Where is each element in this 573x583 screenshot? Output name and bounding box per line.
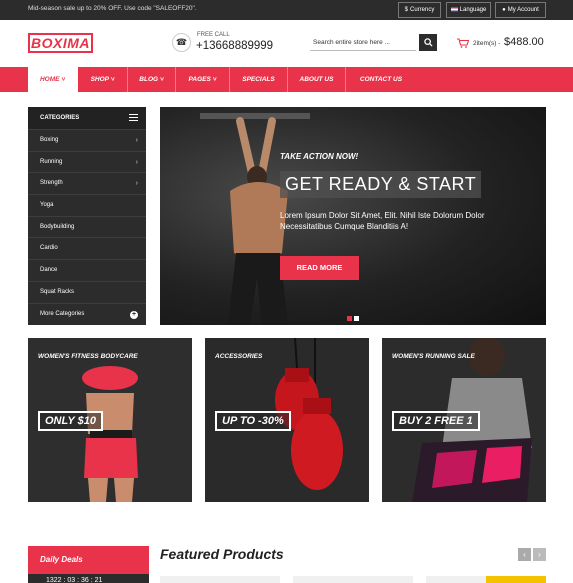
- search-icon: [423, 38, 433, 47]
- nav-contact-label: CONTACT US: [359, 76, 403, 83]
- product-card[interactable]: [160, 576, 280, 583]
- chevron-down-icon: ˅: [61, 76, 66, 83]
- category-label: More Categories: [40, 310, 85, 317]
- banner-running[interactable]: WOMEN'S RUNNING SALE BUY 2 FREE 1: [382, 338, 546, 502]
- category-label: Running: [40, 158, 63, 165]
- chevron-right-icon: ›: [538, 550, 541, 559]
- slider-pagination: [347, 308, 361, 325]
- hero-tagline: TAKE ACTION NOW!: [280, 152, 359, 161]
- product-card[interactable]: [426, 576, 546, 583]
- categories-title: CATEGORIES: [40, 115, 80, 121]
- hero-headline: GET READY & START: [280, 171, 482, 198]
- categories-sidebar: CATEGORIES Boxing › Running › Strength › Yo…: [28, 107, 146, 325]
- read-more-button[interactable]: READ MORE: [280, 256, 359, 280]
- prev-arrow-button[interactable]: ‹: [518, 548, 531, 561]
- chevron-down-icon: ˅: [212, 76, 217, 83]
- banner-offer: BUY 2 FREE 1: [392, 411, 480, 431]
- category-label: Boxing: [40, 137, 59, 143]
- category-label: Bodybuilding: [40, 223, 75, 230]
- currency-label: Currency: [410, 7, 435, 13]
- category-running[interactable]: Running ›: [28, 150, 146, 173]
- category-dance[interactable]: Dance: [28, 259, 146, 281]
- dollar-icon: $: [404, 7, 408, 13]
- promo-text: Mid-season sale up to 20% OFF. Use code …: [28, 5, 197, 12]
- plus-icon: +: [130, 310, 138, 319]
- slider-dot[interactable]: [347, 316, 352, 321]
- category-cardio[interactable]: Cardio: [28, 237, 146, 259]
- slider-dot[interactable]: [354, 316, 359, 321]
- chevron-right-icon: ›: [135, 158, 138, 166]
- language-label: Language: [459, 7, 487, 13]
- nav-shop-label: SHOP: [90, 76, 109, 83]
- chevron-down-icon: ˅: [110, 76, 115, 83]
- user-icon: ●: [502, 7, 506, 13]
- banner-title: ACCESSORIES: [215, 353, 263, 360]
- cart-icon[interactable]: [457, 38, 469, 48]
- menu-icon: [129, 114, 138, 121]
- more-categories[interactable]: More Categories +: [28, 302, 146, 325]
- cart-item-count[interactable]: 2item(s) -: [473, 40, 500, 47]
- banner-title: WOMEN'S RUNNING SALE: [392, 353, 475, 360]
- phone-icon: ☎: [172, 33, 191, 52]
- next-arrow-button[interactable]: ›: [533, 548, 546, 561]
- category-label: Cardio: [40, 245, 58, 252]
- banner-offer: UP TO -30%: [215, 411, 291, 431]
- category-strength[interactable]: Strength ›: [28, 172, 146, 194]
- chevron-right-icon: ›: [135, 180, 138, 188]
- nav-pages[interactable]: PAGES ˅: [176, 67, 230, 92]
- nav-about[interactable]: ABOUT US: [288, 67, 346, 92]
- language-button[interactable]: Language: [446, 2, 491, 18]
- search-button[interactable]: [419, 34, 437, 51]
- category-boxing[interactable]: Boxing ›: [28, 129, 146, 151]
- banner-accessories[interactable]: ACCESSORIES UP TO -30%: [205, 338, 369, 502]
- category-label: Squat Racks: [40, 288, 75, 295]
- featured-products-title: Featured Products: [160, 546, 284, 562]
- free-call-label: FREE CALL: [197, 32, 230, 38]
- category-squat-racks[interactable]: Squat Racks: [28, 280, 146, 303]
- daily-deals-title: Daily Deals: [40, 555, 83, 564]
- hero-slider: TAKE ACTION NOW! GET READY & START Lorem…: [160, 107, 546, 325]
- main-nav: HOME ˅ SHOP ˅ BLOG ˅ PAGES ˅ SPECIALS AB…: [0, 67, 573, 92]
- account-button[interactable]: ● My Account: [495, 2, 546, 18]
- nav-specials-label: SPECIALS: [242, 76, 275, 83]
- chevron-right-icon: ›: [135, 137, 138, 144]
- cart-total[interactable]: $488.00: [504, 36, 544, 48]
- banner-offer: ONLY $10: [38, 411, 103, 431]
- nav-blog-label: BLOG: [139, 76, 159, 83]
- banner-fitness[interactable]: WOMEN'S FITNESS BODYCARE ONLY $10: [28, 338, 192, 502]
- flag-icon: [450, 6, 458, 12]
- hero-description: Lorem Ipsum Dolor Sit Amet, Elit. Nihil …: [280, 211, 485, 231]
- top-bar: Mid-season sale up to 20% OFF. Use code …: [0, 0, 573, 20]
- nav-contact[interactable]: CONTACT US: [346, 67, 416, 92]
- phone-number: +13668889999: [196, 40, 274, 52]
- nav-pages-label: PAGES: [188, 76, 211, 83]
- nav-blog[interactable]: BLOG ˅: [128, 67, 176, 92]
- product-card[interactable]: [293, 576, 413, 583]
- category-label: Strength: [40, 180, 63, 187]
- category-label: Dance: [40, 267, 58, 274]
- nav-specials[interactable]: SPECIALS: [230, 67, 288, 92]
- daily-deals-box: Daily Deals 1322 : 03 : 36 : 21: [28, 546, 149, 583]
- account-label: My Account: [507, 7, 539, 13]
- nav-home-label: HOME: [39, 76, 60, 83]
- chevron-down-icon: ˅: [159, 76, 164, 83]
- banner-title: WOMEN'S FITNESS BODYCARE: [38, 353, 138, 360]
- category-bodybuilding[interactable]: Bodybuilding: [28, 215, 146, 238]
- deal-countdown: 1322 : 03 : 36 : 21: [28, 574, 149, 583]
- site-logo[interactable]: BOXIMA: [28, 33, 93, 53]
- category-label: Yoga: [40, 202, 54, 209]
- currency-button[interactable]: $ Currency: [398, 2, 441, 18]
- nav-about-label: ABOUT US: [299, 76, 334, 83]
- chevron-left-icon: ‹: [523, 550, 526, 559]
- nav-home[interactable]: HOME ˅: [28, 67, 78, 92]
- search-input[interactable]: [310, 34, 416, 51]
- category-yoga[interactable]: Yoga: [28, 194, 146, 216]
- nav-shop[interactable]: SHOP ˅: [78, 67, 128, 92]
- categories-header[interactable]: CATEGORIES: [28, 107, 146, 129]
